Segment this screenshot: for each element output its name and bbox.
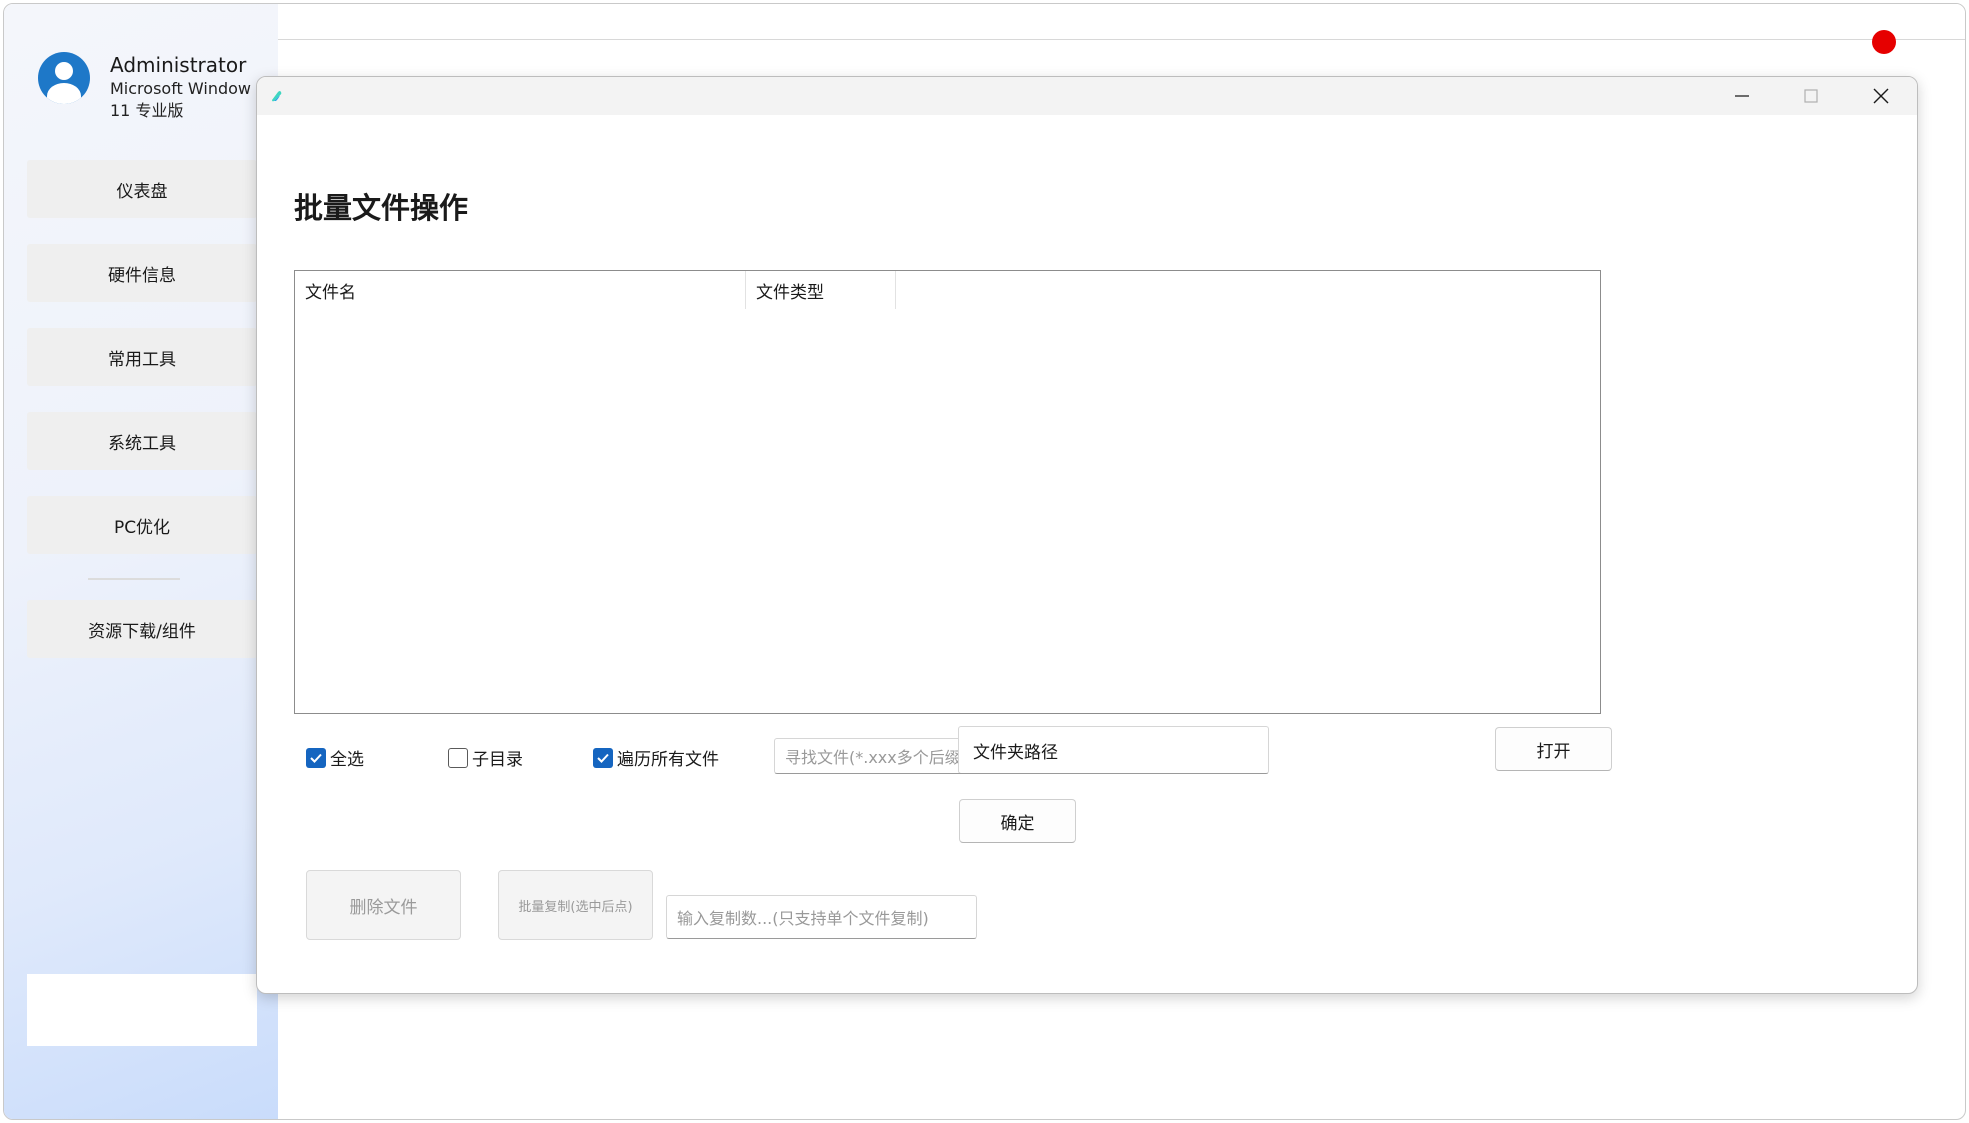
user-avatar-icon bbox=[38, 52, 90, 104]
close-icon bbox=[1873, 88, 1889, 104]
sidebar: Administrator Microsoft Window 11 专业版 仪表… bbox=[4, 4, 278, 1119]
top-strip bbox=[278, 4, 1965, 40]
sidebar-item-dashboard[interactable]: 仪表盘 bbox=[27, 160, 257, 218]
open-button[interactable]: 打开 bbox=[1495, 727, 1612, 771]
page-title: 批量文件操作 bbox=[294, 191, 469, 225]
sidebar-item-downloads[interactable]: 资源下载/组件 bbox=[27, 600, 257, 658]
copy-count-input[interactable]: 输入复制数...(只支持单个文件复制) bbox=[666, 895, 977, 939]
column-header-filetype[interactable]: 文件类型 bbox=[746, 271, 896, 309]
traverse-all-label: 遍历所有文件 bbox=[617, 750, 719, 770]
maximize-icon bbox=[1804, 89, 1818, 103]
checkmark-icon bbox=[310, 753, 322, 763]
minimize-icon bbox=[1735, 95, 1749, 97]
app-icon bbox=[272, 91, 282, 102]
select-all-label: 全选 bbox=[330, 750, 364, 770]
user-os-line1: Microsoft Window bbox=[110, 79, 251, 98]
user-name: Administrator bbox=[110, 53, 247, 77]
confirm-button[interactable]: 确定 bbox=[959, 799, 1076, 843]
maximize-button[interactable] bbox=[1781, 77, 1841, 115]
subdirectory-box[interactable] bbox=[448, 747, 468, 768]
select-all-box[interactable] bbox=[306, 747, 326, 768]
subdirectory-checkbox[interactable]: 子目录 bbox=[448, 745, 523, 770]
sidebar-divider bbox=[88, 578, 180, 580]
column-header-filename[interactable]: 文件名 bbox=[295, 271, 746, 309]
sidebar-item-pc-optimize[interactable]: PC优化 bbox=[27, 496, 257, 554]
user-os-line2: 11 专业版 bbox=[110, 101, 184, 120]
checkmark-icon bbox=[597, 753, 609, 763]
subdirectory-label: 子目录 bbox=[472, 750, 523, 770]
select-all-checkbox[interactable]: 全选 bbox=[306, 745, 364, 770]
sidebar-bottom-panel bbox=[27, 974, 257, 1046]
traverse-all-box[interactable] bbox=[593, 747, 613, 768]
minimize-button[interactable] bbox=[1712, 77, 1772, 115]
delete-files-button[interactable]: 删除文件 bbox=[306, 870, 461, 940]
traverse-all-checkbox[interactable]: 遍历所有文件 bbox=[593, 745, 719, 770]
sidebar-item-hardware-info[interactable]: 硬件信息 bbox=[27, 244, 257, 302]
sidebar-item-system-tools[interactable]: 系统工具 bbox=[27, 412, 257, 470]
sidebar-item-common-tools[interactable]: 常用工具 bbox=[27, 328, 257, 386]
close-button[interactable] bbox=[1851, 77, 1911, 115]
dialog-titlebar[interactable] bbox=[257, 77, 1917, 115]
file-table[interactable]: 文件名 文件类型 bbox=[294, 270, 1601, 714]
folder-path-field[interactable]: 文件夹路径 bbox=[958, 726, 1269, 774]
batch-copy-button[interactable]: 批量复制(选中后点) bbox=[498, 870, 653, 940]
user-info: Administrator Microsoft Window 11 专业版 bbox=[110, 52, 280, 122]
batch-file-dialog: 批量文件操作 文件名 文件类型 全选 子目录 遍历所有文件 寻找文件(*.xxx… bbox=[256, 76, 1918, 994]
user-profile: Administrator Microsoft Window 11 专业版 bbox=[38, 52, 280, 122]
status-dot bbox=[1872, 30, 1896, 54]
